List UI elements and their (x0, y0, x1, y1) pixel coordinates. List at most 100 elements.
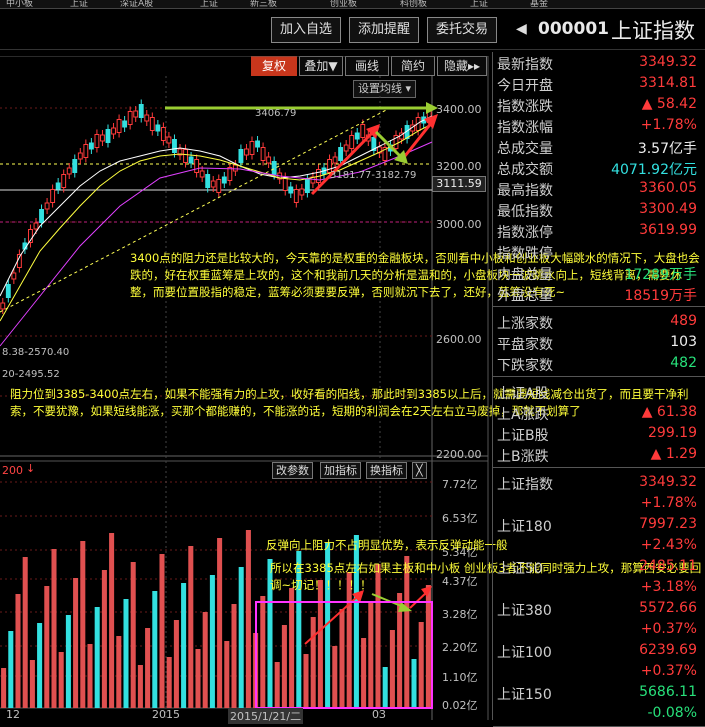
quote-value: 2485.11 (639, 558, 697, 574)
add-favorite-button[interactable]: 加入自选 (271, 17, 342, 43)
high-marker: 3406.79 (255, 108, 297, 119)
quote-row: 上证指数 3349.32 (497, 472, 699, 493)
quote-value: 3300.49 (639, 201, 697, 217)
stock-name: 上证指数 (611, 19, 695, 43)
quote-value: +2.43% (640, 537, 697, 553)
candle-body (260, 147, 266, 161)
quote-value: 18519万手 (624, 288, 697, 304)
candle-body (0, 302, 6, 310)
current-price-tag: 3111.59 (432, 176, 486, 192)
candle-body (304, 179, 310, 193)
add-indicator-button[interactable]: 加指标 (320, 462, 361, 479)
quote-label: 内盘总量 (497, 267, 553, 283)
x-axis-label: 12 (6, 708, 20, 721)
tab-item[interactable]: 上证 (200, 0, 218, 9)
candle-body (343, 144, 349, 152)
volume-bar (137, 665, 143, 708)
volume-bar (209, 575, 215, 708)
quote-label: 上证B股 (497, 428, 549, 444)
trade-button[interactable]: 委托交易 (427, 17, 498, 43)
candle-body (166, 136, 172, 144)
vol-axis-label: 2.20亿 (442, 641, 478, 654)
candle-body (72, 159, 78, 173)
quote-label: 平盘家数 (497, 337, 553, 353)
quote-label: 最高指数 (497, 183, 553, 199)
quote-value: 5686.11 (639, 684, 697, 700)
y-axis-label: 3200.00 (436, 160, 482, 173)
candle-body (227, 167, 233, 181)
close-icon[interactable]: ╳ (412, 462, 427, 479)
quote-label: 最低指数 (497, 204, 553, 220)
volume-bar (58, 652, 64, 708)
quote-value: -0.08% (647, 705, 697, 721)
add-alert-button[interactable]: 添加提醒 (349, 17, 420, 43)
volume-bar (368, 601, 374, 708)
tab-item[interactable]: 中小板 (6, 0, 33, 9)
volume-bar (73, 578, 79, 708)
candle-body (216, 179, 222, 193)
quote-label: 上证150 (497, 687, 552, 703)
low-range-label: 8.38-2570.40 (2, 347, 70, 358)
candle-body (244, 148, 249, 156)
quote-value: 3619.99 (639, 222, 697, 238)
candle-body (133, 110, 139, 118)
quote-value: 299.19 (648, 425, 697, 441)
volume-bar (181, 583, 187, 708)
quote-label: 指数涨幅 (497, 120, 553, 136)
switch-indicator-button[interactable]: 换指标 (366, 462, 407, 479)
volume-bar (332, 646, 338, 708)
quote-label: 总成交量 (497, 141, 553, 157)
quote-label: 上证指数 (497, 477, 553, 493)
volume-bar (145, 628, 151, 708)
quote-value: ▲ 61.38 (641, 404, 697, 420)
tab-item[interactable]: 创业板 (330, 0, 357, 9)
volume-bar (166, 657, 172, 708)
quote-value: +1.78% (640, 117, 697, 133)
candle-body (55, 182, 61, 190)
vol-axis-label: 7.72亿 (442, 478, 478, 491)
quote-row: 最高指数 3360.05 (497, 178, 699, 199)
vol-axis-label: 0.02亿 (442, 699, 478, 712)
candle-body (238, 149, 244, 163)
quote-row: +0.37% (497, 661, 699, 682)
candle-body (188, 156, 194, 164)
candle-body (155, 124, 161, 132)
volume-bar (65, 615, 71, 708)
quote-row: 上涨家数 489 (497, 311, 699, 332)
candle-body (332, 156, 338, 164)
volume-bar (15, 594, 21, 708)
candle-body (255, 140, 260, 148)
candle-body (138, 104, 144, 118)
volume-bar (411, 659, 417, 708)
volume-bar (202, 612, 208, 708)
quote-label: 上A涨跌 (497, 407, 549, 423)
volume-bar (303, 654, 309, 708)
candle-body (349, 135, 355, 149)
volume-bar (260, 596, 266, 708)
volume-bar (418, 622, 424, 708)
quote-label: 最新指数 (497, 57, 553, 73)
stock-code: 000001 (538, 19, 609, 39)
tab-item[interactable]: 深证A股 (120, 0, 153, 9)
quote-label: 上证100 (497, 645, 552, 661)
volume-bar (94, 607, 100, 708)
tab-item[interactable]: 基金 (530, 0, 548, 9)
quote-row: 最新指数 3349.32 (497, 52, 699, 73)
volume-bar (339, 609, 345, 708)
tab-item[interactable]: 新三板 (250, 0, 277, 9)
candle-body (61, 174, 67, 188)
volume-bar (159, 554, 165, 708)
candle-body (116, 119, 122, 133)
tab-item[interactable]: 上证 (470, 0, 488, 9)
divider (493, 467, 705, 468)
tab-item[interactable]: 上证 (70, 0, 88, 9)
candle-body (88, 142, 94, 150)
edit-params-button[interactable]: 改参数 (272, 462, 313, 479)
quote-row: 总成交量 3.57亿手 (497, 136, 699, 157)
y-axis-label: 2200.00 (436, 448, 482, 461)
dropdown-arrow-icon[interactable]: ◀ (516, 21, 527, 37)
quote-row: 上证150 5686.11 (497, 682, 699, 703)
volume-bar (361, 638, 367, 708)
tab-item[interactable]: 科创板 (400, 0, 427, 9)
quote-row: +1.78% (497, 493, 699, 514)
